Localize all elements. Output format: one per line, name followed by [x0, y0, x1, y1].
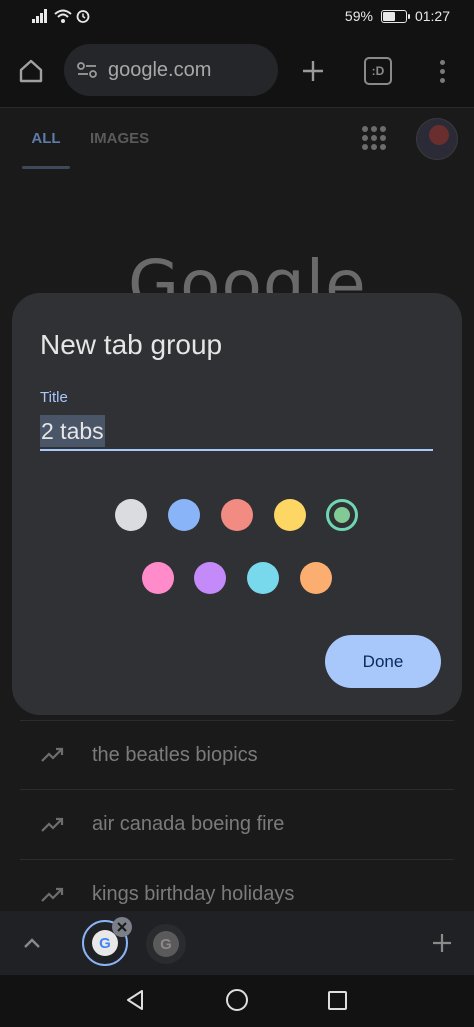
- home-icon: [19, 59, 43, 83]
- color-swatch-orange[interactable]: [300, 562, 332, 594]
- address-bar[interactable]: google.com: [64, 44, 278, 96]
- tab-switcher-label: :D: [371, 64, 385, 78]
- home-button[interactable]: [14, 54, 48, 88]
- tab-group-strip: G G: [0, 911, 474, 975]
- new-tab-button[interactable]: [296, 54, 330, 88]
- chevron-up-icon: [24, 938, 40, 948]
- home-nav-icon[interactable]: [226, 989, 248, 1011]
- trending-suggestions: the beatles biopics air canada boeing fi…: [20, 720, 454, 930]
- wifi-icon: [54, 9, 72, 23]
- trending-icon: [41, 747, 64, 762]
- clock: 01:27: [414, 8, 450, 24]
- selected-color-dot: [334, 507, 350, 523]
- avatar[interactable]: [416, 118, 458, 160]
- close-tab-button[interactable]: [112, 917, 132, 937]
- list-item[interactable]: air canada boeing fire: [20, 790, 454, 860]
- status-bar: 59% 01:27: [0, 0, 474, 34]
- color-swatch-pink[interactable]: [142, 562, 174, 594]
- title-field-label: Title: [40, 389, 68, 406]
- battery-icon: [380, 9, 410, 23]
- color-swatch-red[interactable]: [221, 499, 253, 531]
- battery-fill: [382, 11, 395, 21]
- tab-images[interactable]: IMAGES: [90, 130, 149, 147]
- back-icon[interactable]: [124, 989, 146, 1011]
- signal-icon: [32, 9, 47, 23]
- tab-all[interactable]: ALL: [22, 130, 70, 147]
- status-icons: [32, 9, 90, 23]
- google-favicon: G: [153, 931, 179, 957]
- color-swatch-cyan[interactable]: [247, 562, 279, 594]
- color-swatch-blue[interactable]: [168, 499, 200, 531]
- new-tab-group-dialog: New tab group Title 2 tabs Done: [12, 293, 462, 715]
- site-settings-icon[interactable]: [76, 60, 98, 80]
- active-tab-indicator: [22, 166, 70, 169]
- title-input[interactable]: 2 tabs: [40, 415, 433, 451]
- add-tab-to-group-button[interactable]: [428, 929, 456, 957]
- dialog-title: New tab group: [40, 329, 223, 360]
- screen: 59% 01:27 google.com:D ALL IMAGES Googl…: [0, 0, 474, 1027]
- add-icon: [433, 934, 451, 952]
- trending-icon: [41, 887, 64, 902]
- browser-toolbar: google.com :D: [0, 34, 474, 108]
- overflow-menu-icon[interactable]: [428, 54, 456, 88]
- tab-favicon[interactable]: G: [146, 924, 186, 964]
- recents-icon[interactable]: [328, 991, 347, 1010]
- done-button[interactable]: Done: [325, 635, 441, 688]
- apps-grid-icon[interactable]: [362, 126, 386, 150]
- trending-icon: [41, 817, 64, 832]
- new-tab-icon: [303, 61, 323, 81]
- suggestion-text: the beatles biopics: [92, 743, 258, 766]
- tab-switcher-button[interactable]: :D: [364, 57, 392, 85]
- alarm-icon: [76, 10, 90, 23]
- suggestion-text: air canada boeing fire: [92, 813, 285, 835]
- system-nav-bar: [0, 975, 474, 1027]
- list-item[interactable]: the beatles biopics: [20, 720, 454, 790]
- title-input-value: 2 tabs: [40, 415, 105, 447]
- color-swatch-green-selected[interactable]: [326, 499, 358, 531]
- color-swatch-grey[interactable]: [115, 499, 147, 531]
- color-swatch-yellow[interactable]: [274, 499, 306, 531]
- suggestion-text: kings birthday holidays: [92, 883, 295, 905]
- color-swatch-purple[interactable]: [194, 562, 226, 594]
- status-right: 59% 01:27: [345, 8, 450, 24]
- battery-percent: 59%: [344, 8, 373, 24]
- show-group-button[interactable]: [18, 929, 46, 957]
- url-text: google.com: [108, 58, 212, 81]
- close-icon: [117, 922, 127, 932]
